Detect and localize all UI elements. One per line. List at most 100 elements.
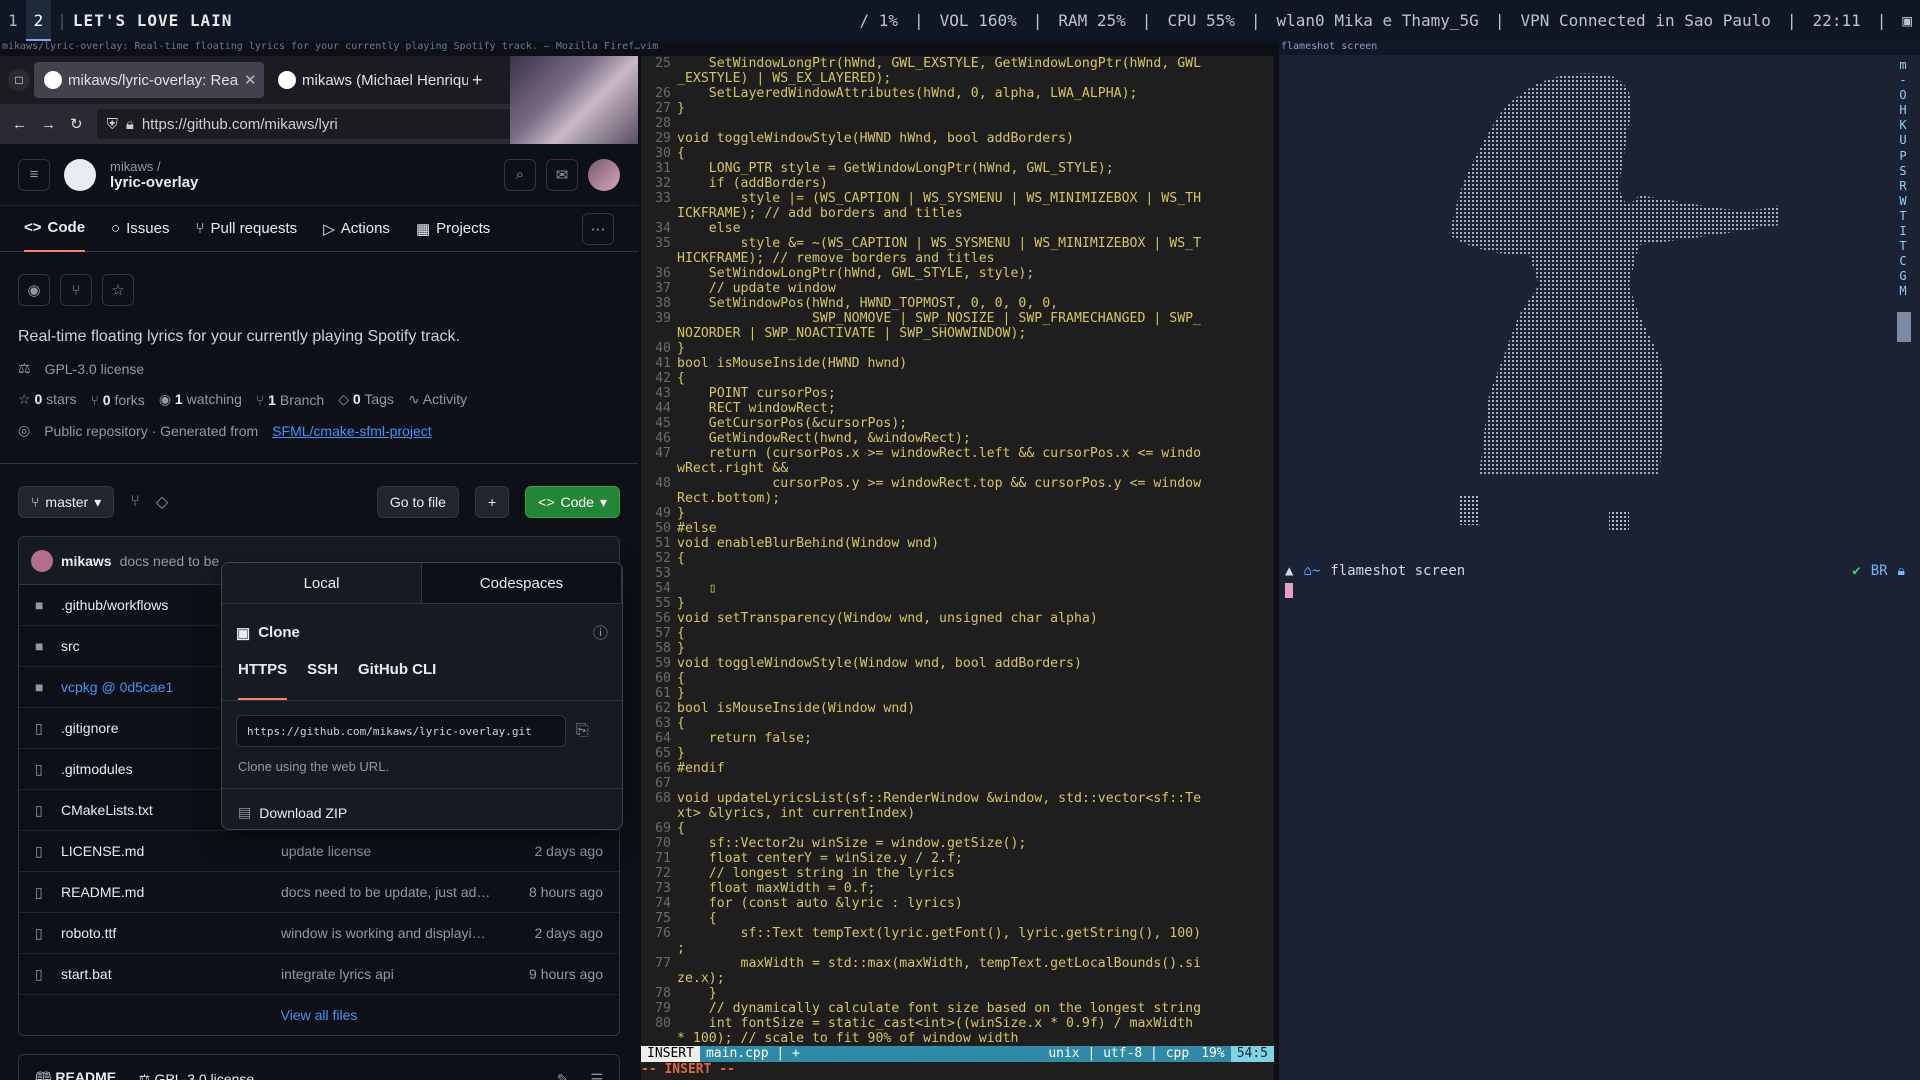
scroll-hint-letter[interactable]: I (1889, 224, 1917, 239)
code-line[interactable]: 32 if (addBorders) (641, 176, 1274, 191)
browser-tab-active[interactable]: mikaws/lyric-overlay: Rea ✕ (34, 62, 264, 98)
tab-local[interactable]: Local (222, 563, 422, 603)
code-line[interactable]: 38 SetWindowPos(hWnd, HWND_TOPMOST, 0, 0… (641, 296, 1274, 311)
scroll-hint-letter[interactable]: M (1889, 284, 1917, 299)
camera-icon[interactable]: ▣ (1902, 11, 1912, 30)
code-line[interactable]: 34 else (641, 221, 1274, 236)
code-line[interactable]: 75 { (641, 911, 1274, 926)
code-line[interactable]: 60 { (641, 671, 1274, 686)
watch-eye-icon[interactable]: ◉ (18, 274, 50, 306)
code-line[interactable]: 52 { (641, 551, 1274, 566)
scroll-hint-letter[interactable]: K (1889, 118, 1917, 133)
terminal-window[interactable]: flameshot screen ▲ ⌂~ flameshot screen ✔… (1279, 41, 1920, 1080)
inbox-icon[interactable]: ✉ (546, 158, 578, 191)
avatar[interactable] (31, 549, 53, 572)
code-buffer[interactable]: 25 SetWindowLongPtr(hWnd, GWL_EXSTYLE, G… (641, 56, 1274, 1046)
reload-icon[interactable]: ↻ (70, 115, 83, 133)
commit-message[interactable]: docs need to be update, just add... (281, 884, 491, 900)
file-name[interactable]: roboto.ttf (61, 925, 271, 941)
code-line[interactable]: 79 // dynamically calculate font size ba… (641, 1001, 1274, 1016)
workspace-1[interactable]: 1 (0, 0, 26, 41)
forward-icon[interactable]: → (41, 116, 56, 133)
code-line[interactable]: 27} (641, 101, 1274, 116)
new-tab-icon[interactable]: + (472, 70, 483, 91)
branch-link[interactable]: ⑂ 1 Branch (256, 392, 324, 408)
tab-pull-requests[interactable]: ⑂ Pull requests (195, 206, 297, 252)
browser-tab[interactable]: mikaws (Michael Henriqu ✕ (268, 62, 468, 98)
code-line[interactable]: 61} (641, 686, 1274, 701)
branches-icon[interactable]: ⑂ (130, 493, 140, 511)
code-line[interactable]: 25 SetWindowLongPtr(hWnd, GWL_EXSTYLE, G… (641, 56, 1274, 71)
scroll-hint-letter[interactable]: T (1889, 209, 1917, 224)
scrollbar-thumb[interactable] (1897, 312, 1911, 342)
scroll-hint-letter[interactable]: m (1889, 58, 1917, 73)
repo-owner[interactable]: mikaws / (110, 159, 198, 174)
code-line[interactable]: 29 void toggleWindowStyle(HWND hWnd, bool… (641, 131, 1274, 146)
code-line[interactable]: 44 RECT windowRect; (641, 401, 1274, 416)
tab-codespaces[interactable]: Codespaces (422, 563, 622, 603)
code-line[interactable]: 77 maxWidth = std::max(maxWidth, tempTex… (641, 956, 1274, 971)
code-line[interactable]: 51 void enableBlurBehind(Window wnd) (641, 536, 1274, 551)
scroll-hint-letter[interactable]: U (1889, 133, 1917, 148)
readme-tab[interactable]: 🕮︎ README (35, 1067, 116, 1080)
code-line[interactable]: 31 LONG_PTR style = GetWindowLongPtr(hWn… (641, 161, 1274, 176)
scroll-hint-letter[interactable]: W (1889, 194, 1917, 209)
vim-editor[interactable]: 25 SetWindowLongPtr(hWnd, GWL_EXSTYLE, G… (641, 56, 1274, 1080)
tab-code[interactable]: <> Code (24, 206, 86, 252)
scroll-hint-letter[interactable]: T (1889, 239, 1917, 254)
more-icon[interactable]: ⋯ (582, 212, 614, 245)
scroll-hint-letter[interactable]: O (1889, 88, 1917, 103)
code-line[interactable]: 49} (641, 506, 1274, 521)
code-line[interactable]: 63 { (641, 716, 1274, 731)
code-line[interactable]: 80 int fontSize = static_cast<int>((winS… (641, 1016, 1274, 1031)
go-to-file-button[interactable]: Go to file (376, 486, 459, 518)
code-line[interactable]: 56 void setTransparency(Window wnd, unsig… (641, 611, 1274, 626)
edit-pencil-icon[interactable]: ✎ (557, 1071, 569, 1080)
tab-github-cli[interactable]: GitHub CLI (358, 661, 436, 700)
table-row[interactable]: ▯ README.md docs need to be update, just a… (19, 872, 619, 913)
code-line[interactable]: ICKFRAME); // add borders and titles (641, 206, 1274, 221)
clone-url-input[interactable] (236, 715, 566, 747)
code-line[interactable]: 36 SetWindowLongPtr(hWnd, GWL_STYLE, sty… (641, 266, 1274, 281)
stars-link[interactable]: ☆ 0 stars (18, 391, 76, 408)
star-icon[interactable]: ☆ (102, 274, 134, 306)
code-line[interactable]: 48 cursorPos.y >= windowRect.top && curs… (641, 476, 1274, 491)
table-row[interactable]: ▯ roboto.ttf window is working and display… (19, 913, 619, 954)
code-line[interactable]: ze.x); (641, 971, 1274, 986)
code-line[interactable]: Rect.bottom); (641, 491, 1274, 506)
commit-message[interactable]: integrate lyrics api (281, 966, 491, 982)
fork-icon[interactable]: ⑂ (60, 274, 92, 306)
scroll-hint-letter[interactable]: C (1889, 254, 1917, 269)
scroll-hint-letter[interactable]: R (1889, 179, 1917, 194)
commit-message[interactable]: window is working and displayin... (281, 925, 491, 941)
branch-select-button[interactable]: ⑂ master ▾ (18, 486, 115, 518)
code-line[interactable]: 47 return (cursorPos.x >= windowRect.lef… (641, 446, 1274, 461)
code-line[interactable]: 26 SetLayeredWindowAttributes(hWnd, 0, a… (641, 86, 1274, 101)
repo-name[interactable]: lyric-overlay (110, 174, 198, 191)
code-line[interactable]: 71 float centerY = winSize.y / 2.f; (641, 851, 1274, 866)
copy-icon[interactable]: ⎘ (576, 722, 589, 740)
code-line[interactable]: 42 { (641, 371, 1274, 386)
code-line[interactable]: _EXSTYLE) | WS_EX_LAYERED); (641, 71, 1274, 86)
table-row[interactable]: ▯ LICENSE.md update license 2 days ago (19, 831, 619, 872)
readme-license-tab[interactable]: ⚖ GPL-3.0 license (138, 1071, 254, 1080)
back-icon[interactable]: ← (12, 116, 27, 133)
tags-link[interactable]: ◇ 0 Tags (338, 391, 394, 408)
hamburger-menu-icon[interactable]: ≡ (18, 158, 50, 191)
code-line[interactable]: 78 } (641, 986, 1274, 1001)
code-line[interactable]: 33 style |= (WS_CAPTION | WS_SYSMENU | W… (641, 191, 1274, 206)
code-dropdown-button[interactable]: <> Code ▾ (525, 486, 620, 518)
code-line[interactable]: 66 #endif (641, 761, 1274, 776)
watching-link[interactable]: ◉ 1 watching (159, 391, 242, 408)
code-line[interactable]: 62 bool isMouseInside(Window wnd) (641, 701, 1274, 716)
code-line[interactable]: 45 GetCursorPos(&cursorPos); (641, 416, 1274, 431)
commit-message[interactable]: update license (281, 843, 491, 859)
code-line[interactable]: 70 sf::Vector2u winSize = window.getSize… (641, 836, 1274, 851)
code-line[interactable]: 73 float maxWidth = 0.f; (641, 881, 1274, 896)
code-line[interactable]: 55} (641, 596, 1274, 611)
scroll-hint-letter[interactable]: - (1889, 73, 1917, 88)
workspace-2[interactable]: 2 (25, 0, 52, 41)
scroll-hint-letter[interactable]: G (1889, 269, 1917, 284)
license-row[interactable]: ⚖ GPL-3.0 license (0, 360, 638, 377)
tab-actions[interactable]: ▷ Actions (323, 206, 390, 252)
